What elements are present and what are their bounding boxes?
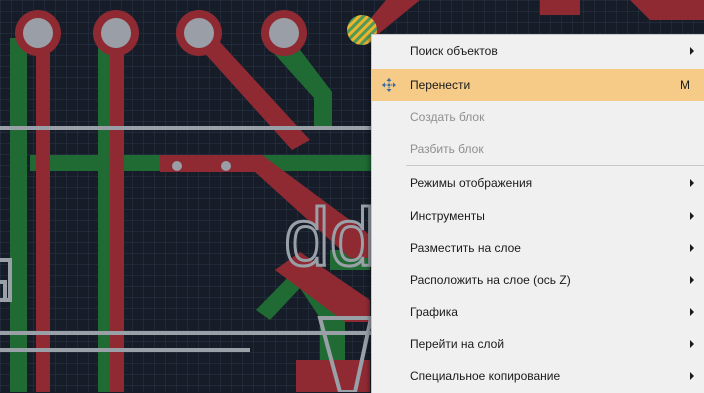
menu-item-label: Расположить на слое (ось Z) — [410, 273, 571, 287]
context-menu: Поиск объектов Перенести M Создать блок — [371, 34, 704, 393]
menu-item-shortcut: M — [680, 78, 690, 92]
menu-icon-slot — [372, 101, 406, 133]
menu-icon-slot — [372, 296, 406, 328]
submenu-arrow-icon — [690, 179, 694, 187]
menu-item-find-objects[interactable]: Поиск объектов — [372, 35, 704, 67]
menu-icon-slot — [372, 167, 406, 199]
menu-item-display-modes[interactable]: Режимы отображения — [372, 167, 704, 199]
menu-item-explode-block[interactable]: Разбить блок — [372, 133, 704, 165]
menu-icon-slot — [372, 328, 406, 360]
menu-icon-slot — [372, 232, 406, 264]
submenu-arrow-icon — [690, 47, 694, 55]
menu-item-graphics[interactable]: Графика — [372, 296, 704, 328]
submenu-arrow-icon — [690, 372, 694, 380]
menu-item-special-copy[interactable]: Специальное копирование — [372, 360, 704, 392]
via-2 — [221, 161, 231, 171]
menu-item-label: Поиск объектов — [410, 44, 498, 58]
menu-item-label: Перенести — [410, 78, 471, 92]
menu-item-label: Режимы отображения — [410, 176, 533, 190]
via-1 — [172, 161, 182, 171]
move-icon — [372, 69, 406, 101]
menu-item-label: Специальное копирование — [410, 369, 561, 383]
submenu-arrow-icon — [690, 276, 694, 284]
menu-item-label: Инструменты — [410, 209, 485, 223]
menu-item-label: Разбить блок — [410, 142, 484, 156]
menu-item-label: Графика — [410, 305, 458, 319]
menu-separator — [406, 165, 704, 166]
menu-icon-slot — [372, 264, 406, 296]
submenu-arrow-icon — [690, 212, 694, 220]
menu-item-tools[interactable]: Инструменты — [372, 200, 704, 232]
menu-item-create-block[interactable]: Создать блок — [372, 101, 704, 133]
submenu-arrow-icon — [690, 244, 694, 252]
menu-icon-slot — [372, 200, 406, 232]
menu-item-move[interactable]: Перенести M — [372, 69, 704, 101]
menu-item-arrange-z-axis[interactable]: Расположить на слое (ось Z) — [372, 264, 704, 296]
menu-item-label: Разместить на слое — [410, 241, 521, 255]
submenu-arrow-icon — [690, 308, 694, 316]
menu-item-label: Создать блок — [410, 110, 485, 124]
silkscreen-text: dd — [284, 192, 375, 283]
menu-icon-slot — [372, 35, 406, 67]
submenu-arrow-icon — [690, 340, 694, 348]
menu-icon-slot — [372, 360, 406, 392]
menu-item-go-to-layer[interactable]: Перейти на слой — [372, 328, 704, 360]
menu-item-place-on-layer[interactable]: Разместить на слое — [372, 232, 704, 264]
menu-icon-slot — [372, 133, 406, 165]
menu-item-label: Перейти на слой — [410, 337, 505, 351]
